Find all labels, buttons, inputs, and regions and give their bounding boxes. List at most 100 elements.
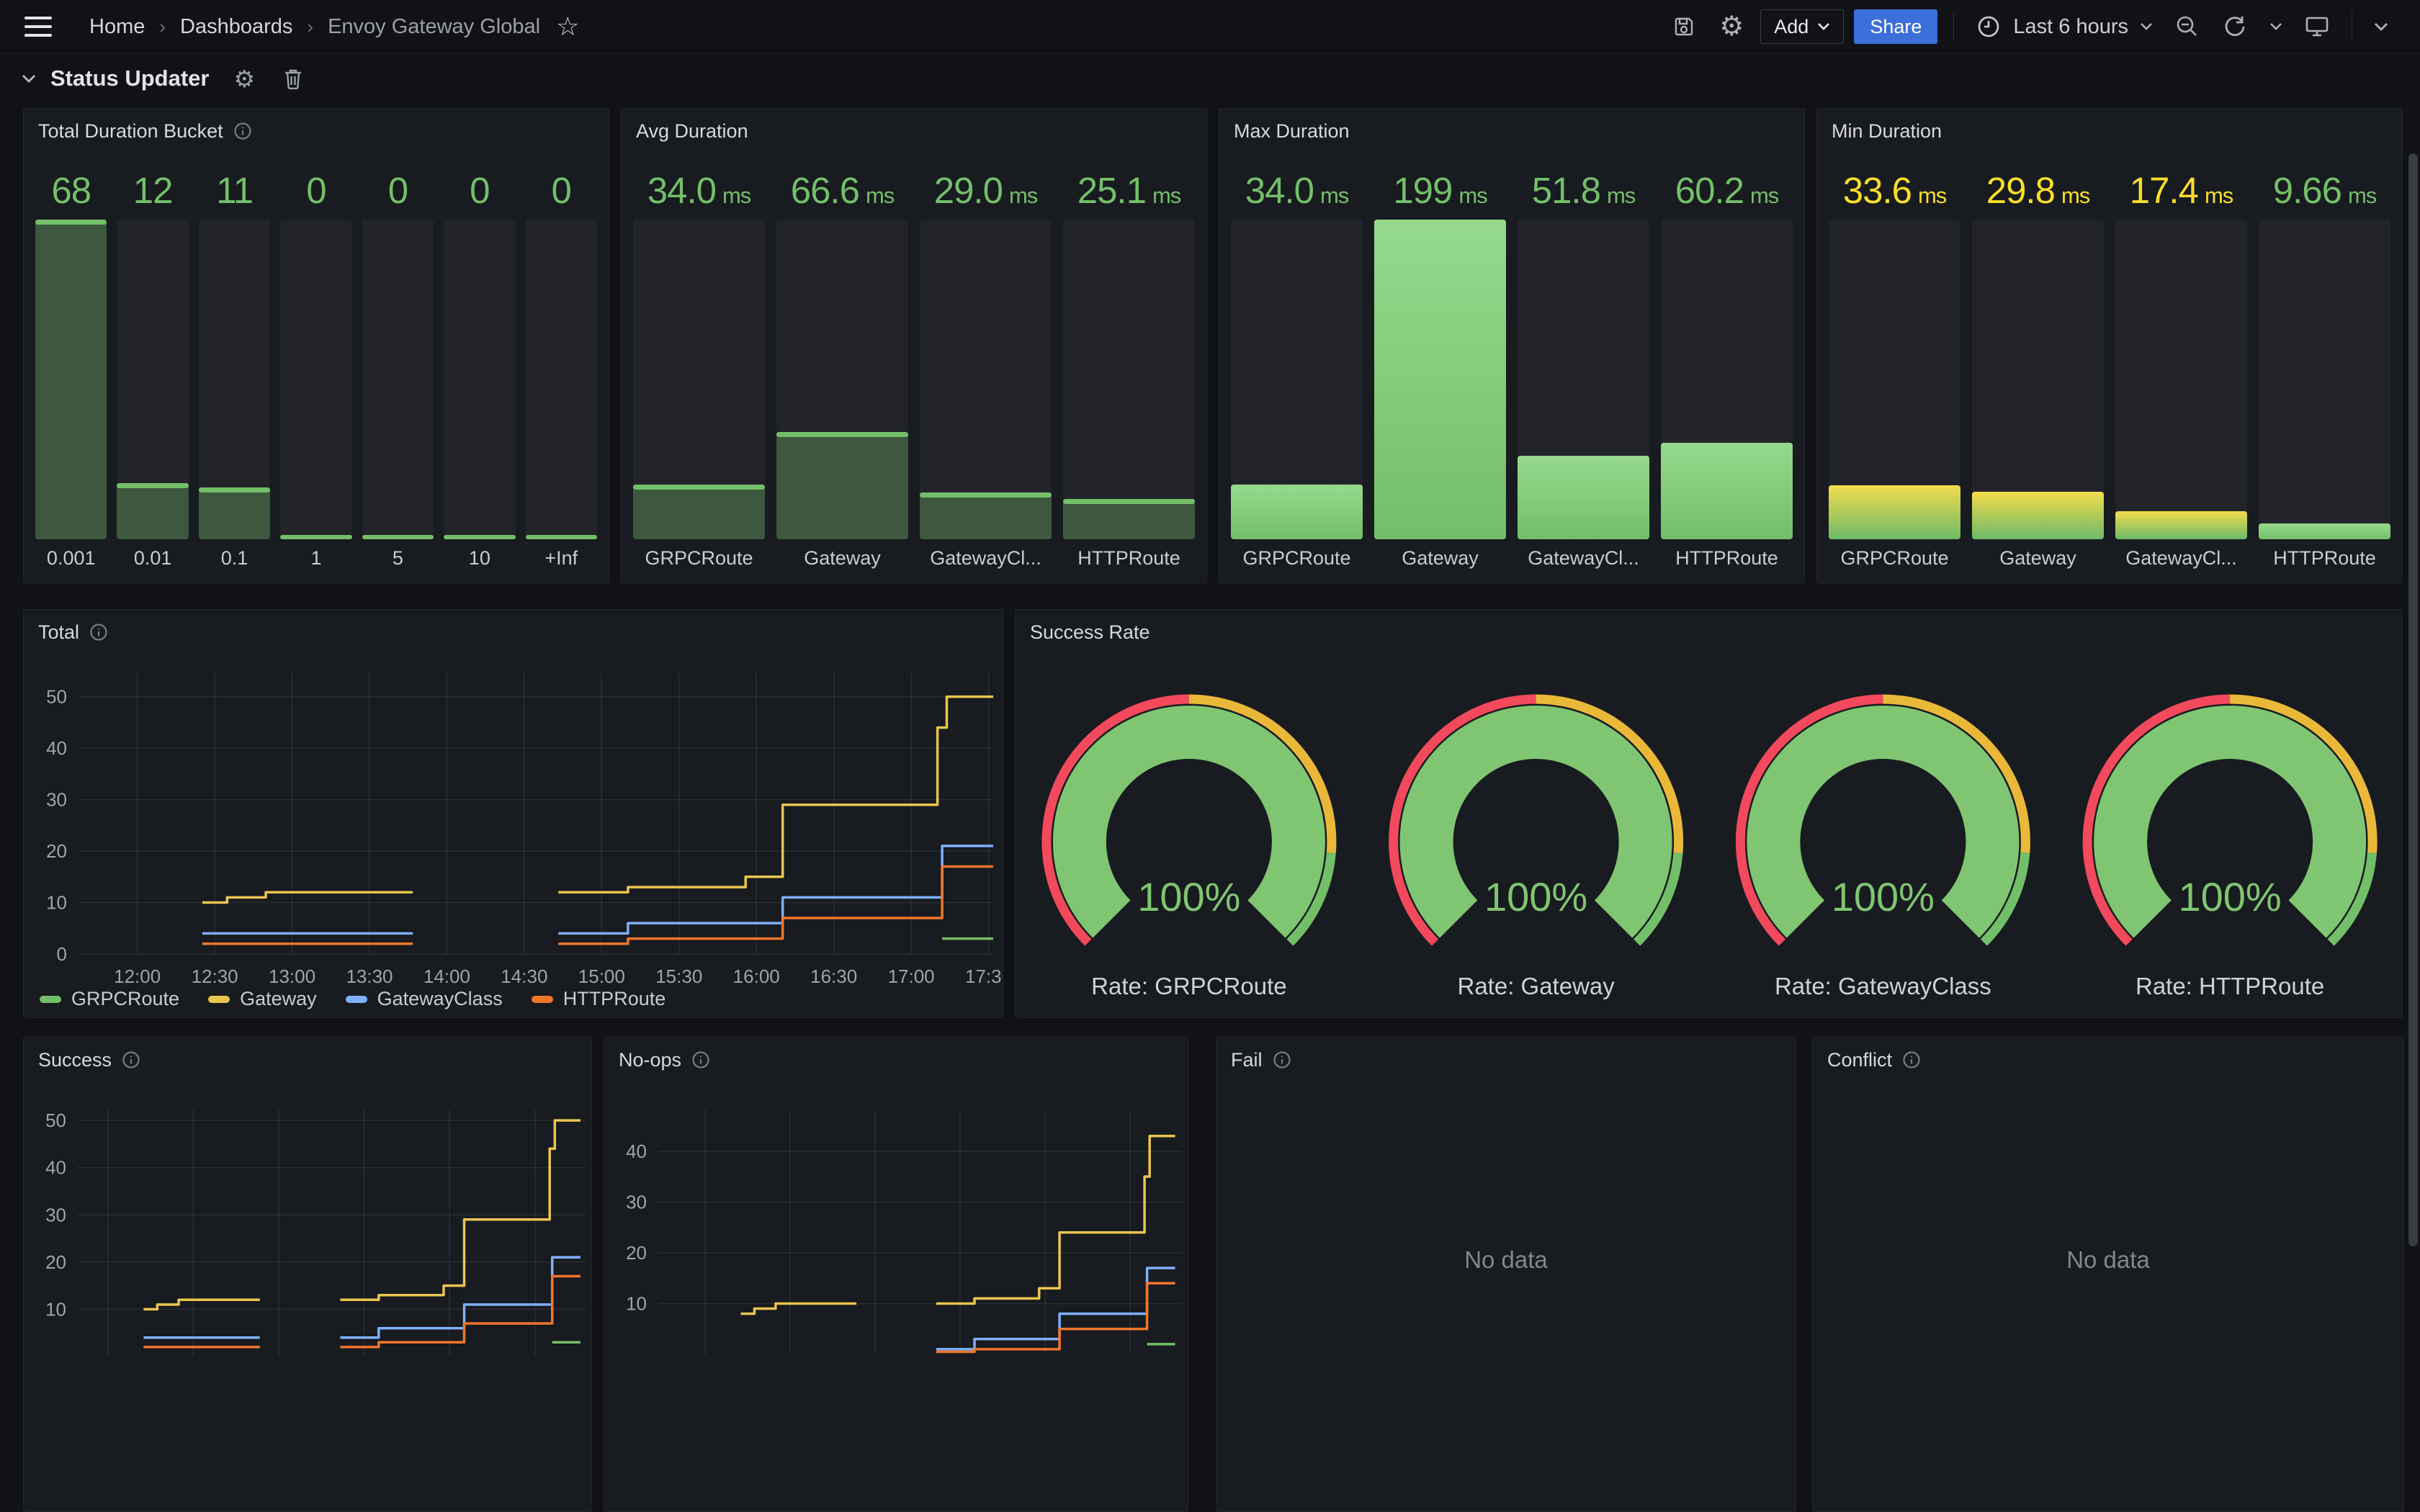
panel-title[interactable]: Fail	[1231, 1049, 1263, 1071]
dashboard-settings-icon[interactable]: ⚙	[1713, 8, 1750, 45]
bar-label: GatewayCl...	[1518, 542, 1649, 574]
row-settings-gear-icon[interactable]: ⚙	[233, 67, 255, 91]
bar-column: 25.1msHTTPRoute	[1063, 169, 1195, 574]
bar-fill	[526, 535, 597, 539]
panel-bucket: Total Duration Bucket680.001120.01110.10…	[23, 108, 609, 583]
panel-header: Total Duration Bucket	[24, 109, 609, 153]
bar-column: 680.001	[35, 169, 107, 574]
x-tick-label: 17:00	[888, 966, 935, 987]
panel-total: Total12:0012:3013:0013:3014:0014:3015:00…	[23, 609, 1003, 1018]
legend-item-Gateway[interactable]: Gateway	[208, 988, 317, 1010]
y-tick-label: 30	[45, 1204, 66, 1225]
info-icon[interactable]	[1273, 1050, 1291, 1069]
row-title[interactable]: Status Updater	[50, 66, 209, 91]
panel-title[interactable]: Success Rate	[1030, 621, 1150, 644]
bar-label: GatewayCl...	[2115, 542, 2247, 574]
panel-title[interactable]: Success	[38, 1049, 112, 1071]
breadcrumb: Home › Dashboards › Envoy Gateway Global	[89, 15, 540, 39]
bar-fill	[2259, 523, 2390, 539]
time-range-picker[interactable]: Last 6 hours	[1970, 14, 2159, 40]
bar-fill-cap	[1063, 499, 1195, 504]
refresh-icon[interactable]	[2216, 8, 2254, 45]
bar-track	[1972, 220, 2104, 539]
add-button-label: Add	[1774, 16, 1809, 38]
info-icon[interactable]	[233, 122, 252, 140]
legend-swatch	[208, 996, 230, 1003]
row-collapse-chevron-icon[interactable]	[22, 74, 36, 84]
nav-collapse-chevron-icon[interactable]	[2368, 8, 2394, 45]
panel-header: Fail	[1216, 1038, 1796, 1082]
legend-item-HTTPRoute[interactable]: HTTPRoute	[532, 988, 666, 1010]
panel-title[interactable]: Max Duration	[1234, 120, 1350, 143]
save-dashboard-icon[interactable]	[1665, 8, 1703, 45]
bar-value: 11	[199, 169, 270, 215]
favorite-star-icon[interactable]: ☆	[556, 14, 579, 40]
time-series-chart[interactable]: 10203040	[604, 1038, 1188, 1512]
bar-fill	[280, 535, 351, 539]
panel-title[interactable]: Min Duration	[1832, 120, 1942, 143]
share-button[interactable]: Share	[1854, 9, 1937, 44]
bar-gauge-body: 34.0msGRPCRoute199msGateway51.8msGateway…	[1231, 169, 1793, 574]
bar-value: 66.6ms	[776, 169, 908, 215]
info-icon[interactable]	[1902, 1050, 1921, 1069]
bar-value: 29.0ms	[920, 169, 1052, 215]
bar-label: 0.01	[117, 542, 188, 574]
panel-rate: Success Rate100%Rate: GRPCRoute100%Rate:…	[1015, 609, 2403, 1018]
panel-title[interactable]: Total Duration Bucket	[38, 120, 223, 143]
info-icon[interactable]	[89, 623, 108, 642]
gauge-label: Rate: GatewayClass	[1775, 973, 1991, 999]
breadcrumb-dashboards[interactable]: Dashboards	[180, 15, 292, 39]
panel-header: Min Duration	[1817, 109, 2402, 153]
chart-legend: GRPCRoute Gateway GatewayClass HTTPRoute	[40, 988, 666, 1010]
breadcrumb-current-page: Envoy Gateway Global	[328, 15, 540, 39]
breadcrumb-home[interactable]: Home	[89, 15, 145, 39]
x-tick-label: 12:30	[192, 966, 238, 987]
bar-fill	[117, 483, 188, 539]
panel-title[interactable]: Conflict	[1827, 1049, 1892, 1071]
time-series-chart[interactable]: 1020304050	[24, 1038, 592, 1512]
legend-item-GatewayClass[interactable]: GatewayClass	[346, 988, 503, 1010]
y-tick-label: 0	[57, 943, 67, 965]
vertical-scrollbar-thumb[interactable]	[2408, 153, 2418, 1246]
panel-title[interactable]: Avg Duration	[636, 120, 748, 143]
x-tick-label: 16:00	[733, 966, 780, 987]
refresh-interval-dropdown-icon[interactable]	[2264, 8, 2288, 45]
bar-label: 0.1	[199, 542, 270, 574]
menu-toggle-icon[interactable]	[24, 17, 52, 37]
no-data-message: No data	[1813, 1246, 2403, 1274]
nav-actions: ⚙ Add Share Last 6 hours	[1665, 8, 2420, 45]
row-header-status-updater[interactable]: Status Updater ⚙	[22, 60, 304, 96]
bar-column: 010	[444, 169, 515, 574]
bar-fill	[1518, 456, 1649, 539]
zoom-out-time-icon[interactable]	[2169, 8, 2206, 45]
legend-label: GatewayClass	[377, 988, 503, 1010]
top-nav-bar: Home › Dashboards › Envoy Gateway Global…	[0, 0, 2420, 54]
bar-column: 0+Inf	[526, 169, 597, 574]
legend-item-GRPCRoute[interactable]: GRPCRoute	[40, 988, 179, 1010]
add-button[interactable]: Add	[1760, 9, 1844, 44]
panel-title[interactable]: Total	[38, 621, 79, 644]
bar-column: 9.66msHTTPRoute	[2259, 169, 2390, 574]
bar-fill-cap	[199, 487, 270, 492]
bar-fill	[633, 485, 765, 539]
chevron-down-icon	[1817, 22, 1830, 31]
time-series-chart[interactable]: 12:0012:3013:0013:3014:0014:3015:0015:30…	[24, 610, 1003, 1018]
gauge-value: 100%	[1137, 874, 1240, 919]
tv-mode-icon[interactable]	[2298, 8, 2336, 45]
bar-fill	[35, 220, 107, 539]
y-tick-label: 50	[45, 1110, 66, 1131]
panel-title[interactable]: No-ops	[619, 1049, 681, 1071]
bar-label: +Inf	[526, 542, 597, 574]
panel-header: Avg Duration	[622, 109, 1206, 153]
bar-column: 34.0msGRPCRoute	[1231, 169, 1363, 574]
legend-swatch	[346, 996, 367, 1003]
bar-label: 10	[444, 542, 515, 574]
info-icon[interactable]	[691, 1050, 710, 1069]
info-icon[interactable]	[122, 1050, 140, 1069]
bar-column: 29.8msGateway	[1972, 169, 2104, 574]
bar-column: 110.1	[199, 169, 270, 574]
x-tick-label: 12:00	[114, 966, 161, 987]
row-delete-trash-icon[interactable]	[282, 67, 304, 90]
panel-header: Total	[24, 610, 1003, 654]
panel-header: Max Duration	[1219, 109, 1804, 153]
